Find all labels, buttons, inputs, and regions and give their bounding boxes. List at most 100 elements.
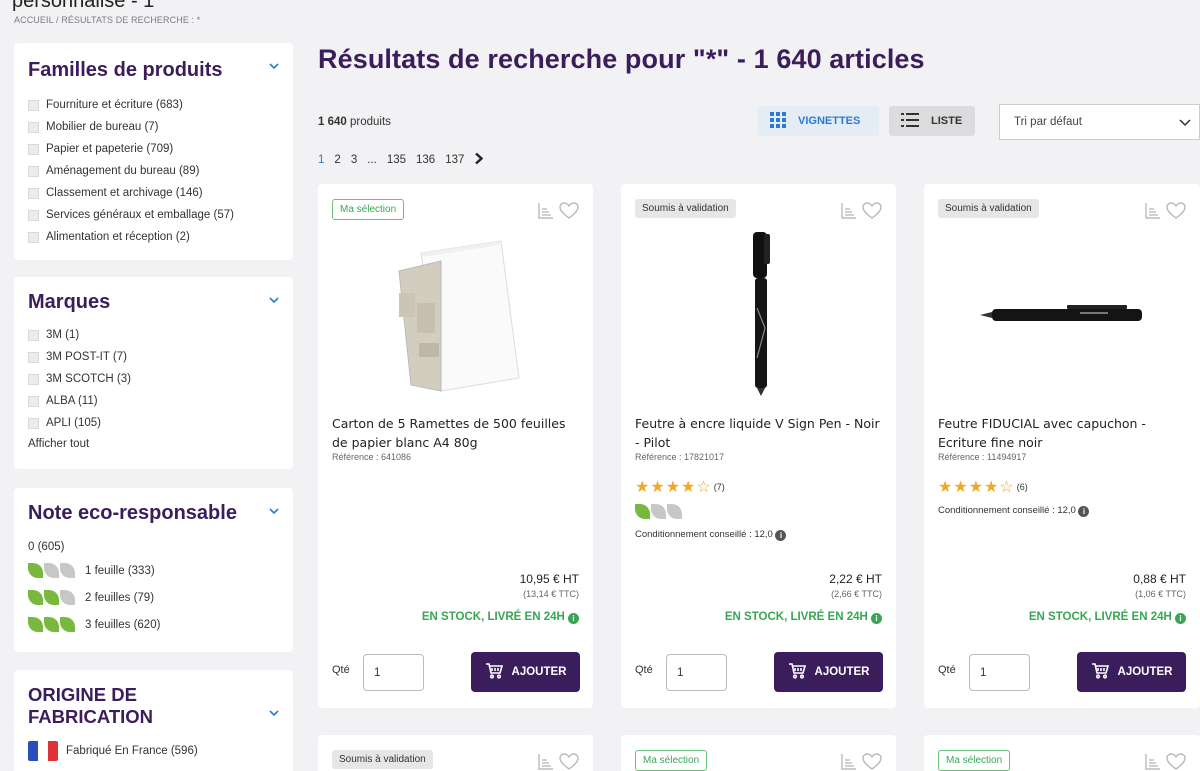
filter-item-brand[interactable]: ALBA (11) — [28, 390, 279, 412]
quantity-input[interactable]: 1 — [969, 654, 1030, 691]
info-icon[interactable]: i — [775, 530, 787, 541]
checkbox[interactable] — [28, 99, 39, 111]
sort-select[interactable]: Tri par défaut — [999, 104, 1200, 140]
product-reference: Référence : 11494917 — [938, 452, 1027, 462]
filter-item-family[interactable]: Classement et archivage (146) — [28, 182, 279, 204]
checkbox[interactable] — [28, 143, 39, 155]
show-all-link[interactable]: Afficher tout — [28, 438, 279, 450]
eco-item-zero[interactable]: 0 (605) — [28, 537, 279, 557]
price-ht: 0,88 € HT — [1133, 572, 1186, 586]
checkbox[interactable] — [28, 373, 39, 385]
heart-icon[interactable] — [1166, 202, 1186, 225]
filter-item-brand[interactable]: APLI (105) — [28, 412, 279, 434]
checkbox[interactable] — [28, 395, 39, 407]
filter-item-origin[interactable]: Fabriqué En France (596) — [28, 740, 279, 762]
checkbox[interactable] — [28, 209, 39, 221]
rating-stars: ★★★★☆ (7) — [635, 479, 725, 496]
page-link[interactable]: 137 — [445, 154, 464, 166]
families-filter-panel: Familles de produits Fourniture et écrit… — [14, 43, 293, 260]
heart-icon[interactable] — [862, 753, 882, 771]
chevron-down-icon[interactable] — [269, 704, 279, 717]
product-card[interactable]: Ma sélection — [621, 735, 896, 771]
status-badge: Ma sélection — [938, 750, 1011, 771]
add-to-cart-button[interactable]: AJOUTER — [1077, 652, 1186, 692]
leaf-icon — [44, 590, 59, 605]
cart-icon — [1091, 662, 1109, 682]
filter-item-family[interactable]: Services généraux et emballage (57) — [28, 204, 279, 226]
eco-item-2[interactable]: 2 feuilles (79) — [28, 584, 279, 611]
leaf-icon — [28, 563, 43, 578]
product-card[interactable]: Soumis à validation Feutre à encre liqui… — [621, 184, 896, 708]
heart-icon[interactable] — [559, 202, 579, 225]
info-icon[interactable]: i — [568, 613, 579, 624]
product-name[interactable]: Feutre à encre liquide V Sign Pen - Noir… — [635, 414, 882, 452]
filter-item-brand[interactable]: 3M (1) — [28, 324, 279, 346]
checkbox[interactable] — [28, 187, 39, 199]
page-link[interactable]: 136 — [416, 154, 435, 166]
product-card[interactable]: Ma sélection Carton de 5 Ramettes de 500… — [318, 184, 593, 708]
compare-icon[interactable] — [537, 202, 555, 225]
chevron-down-icon[interactable] — [269, 502, 279, 515]
compare-icon[interactable] — [1144, 202, 1162, 225]
results-count: 1 640 produits — [318, 116, 391, 128]
chevron-down-icon[interactable] — [269, 291, 279, 304]
page-link[interactable]: 2 — [334, 154, 340, 166]
add-to-cart-button[interactable]: AJOUTER — [471, 652, 580, 692]
product-reference: Référence : 17821017 — [635, 452, 725, 462]
chevron-down-icon[interactable] — [269, 57, 279, 70]
info-icon[interactable]: i — [1078, 506, 1090, 517]
eco-rating — [635, 504, 683, 524]
brands-title: Marques — [28, 291, 111, 313]
page-link[interactable]: 1 — [318, 154, 324, 166]
checkbox[interactable] — [28, 351, 39, 363]
product-name[interactable]: Feutre FIDUCIAL avec capuchon - Ecriture… — [938, 414, 1186, 452]
filter-item-family[interactable]: Aménagement du bureau (89) — [28, 160, 279, 182]
price-ttc: (2,66 € TTC) — [831, 589, 882, 599]
info-icon[interactable]: i — [1175, 613, 1186, 624]
info-icon[interactable]: i — [871, 613, 882, 624]
checkbox[interactable] — [28, 121, 39, 133]
product-card[interactable]: Soumis à validation Feutre FIDUCIAL avec… — [924, 184, 1200, 708]
compare-icon[interactable] — [840, 202, 858, 225]
status-badge: Ma sélection — [635, 750, 708, 771]
eco-item-1[interactable]: 1 feuille (333) — [28, 557, 279, 584]
product-image-marker[interactable] — [924, 228, 1200, 398]
families-title: Familles de produits — [28, 59, 223, 81]
breadcrumb-home[interactable]: ACCUEIL — [14, 15, 53, 25]
product-card[interactable]: Ma sélection — [924, 735, 1200, 771]
brands-filter-panel: Marques 3M (1) 3M POST-IT (7) 3M SCOTCH … — [14, 277, 293, 469]
add-to-cart-button[interactable]: AJOUTER — [774, 652, 883, 692]
compare-icon[interactable] — [537, 753, 555, 771]
quantity-label: Qté — [635, 664, 653, 676]
next-page-icon[interactable] — [474, 152, 484, 168]
eco-item-3[interactable]: 3 feuilles (620) — [28, 611, 279, 638]
price-ttc: (13,14 € TTC) — [523, 589, 579, 599]
page-link[interactable]: 135 — [387, 154, 406, 166]
checkbox[interactable] — [28, 231, 39, 243]
heart-icon[interactable] — [559, 753, 579, 771]
compare-icon[interactable] — [840, 753, 858, 771]
view-list-button[interactable]: LISTE — [889, 106, 975, 136]
heart-icon[interactable] — [862, 202, 882, 225]
product-image-paper-box[interactable] — [318, 228, 593, 398]
filter-item-family[interactable]: Fourniture et écriture (683) — [28, 94, 279, 116]
filter-item-family[interactable]: Papier et papeterie (709) — [28, 138, 279, 160]
filter-item-family[interactable]: Alimentation et réception (2) — [28, 226, 279, 248]
quantity-input[interactable]: 1 — [666, 654, 727, 691]
filter-item-brand[interactable]: 3M SCOTCH (3) — [28, 368, 279, 390]
checkbox[interactable] — [28, 329, 39, 341]
product-card[interactable]: Soumis à validation — [318, 735, 593, 771]
checkbox[interactable] — [28, 165, 39, 177]
product-name[interactable]: Carton de 5 Ramettes de 500 feuilles de … — [332, 414, 579, 452]
checkbox[interactable] — [28, 417, 39, 429]
eco-title: Note eco-responsable — [28, 502, 237, 524]
page-link[interactable]: 3 — [351, 154, 357, 166]
filter-item-brand[interactable]: 3M POST-IT (7) — [28, 346, 279, 368]
product-image-pen[interactable] — [621, 228, 896, 398]
filter-item-family[interactable]: Mobilier de bureau (7) — [28, 116, 279, 138]
heart-icon[interactable] — [1166, 753, 1186, 771]
price-ht: 2,22 € HT — [829, 572, 882, 586]
quantity-input[interactable]: 1 — [363, 654, 424, 691]
view-grid-button[interactable]: VIGNETTES — [758, 106, 879, 136]
compare-icon[interactable] — [1144, 753, 1162, 771]
